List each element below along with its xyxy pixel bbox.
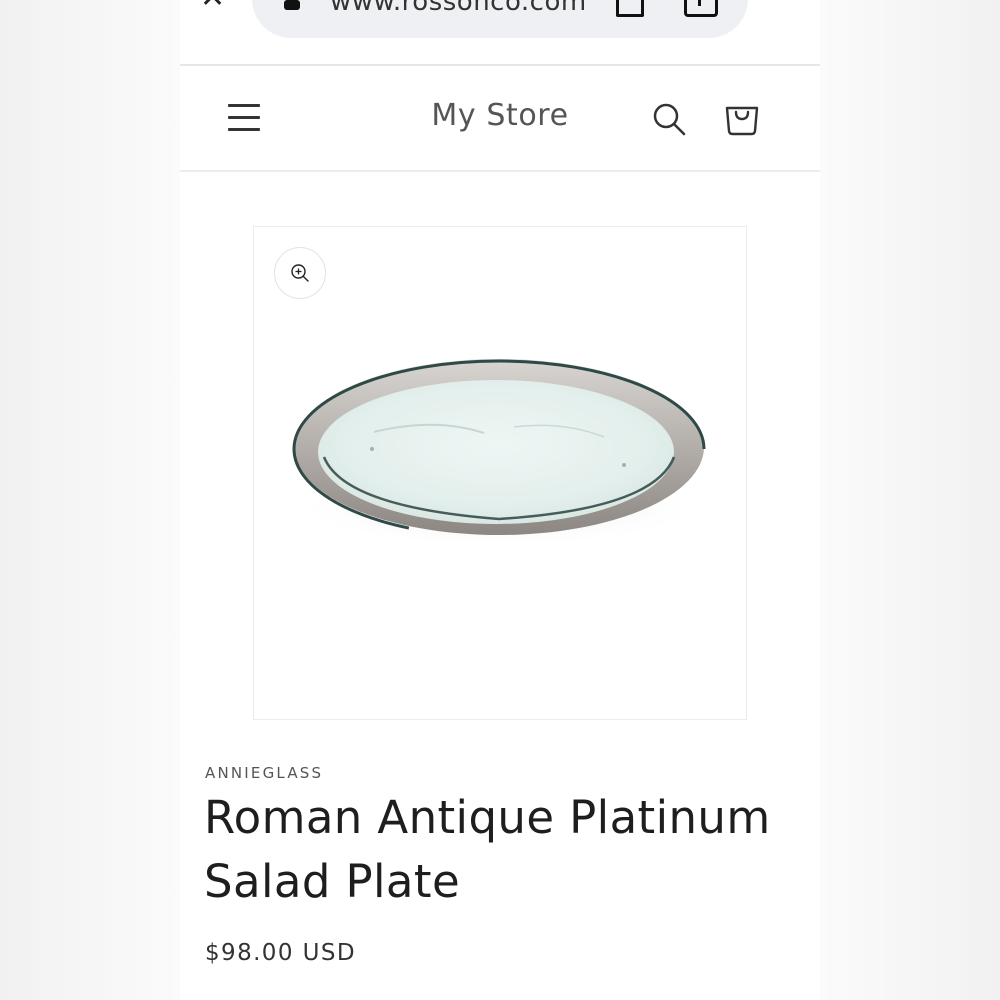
product-image xyxy=(292,359,706,547)
product-price: $98.00 USD xyxy=(205,940,356,966)
zoom-in-icon xyxy=(291,264,309,282)
product-vendor: ANNIEGLASS xyxy=(205,764,324,782)
address-bar[interactable]: www.rossonco.com xyxy=(252,0,748,38)
lock-icon xyxy=(284,0,300,10)
url-text: www.rossonco.com xyxy=(330,0,587,12)
close-icon[interactable]: ✕ xyxy=(200,0,230,13)
browser-toolbar: ✕ www.rossonco.com xyxy=(180,0,820,66)
product-image-frame[interactable] xyxy=(253,226,747,720)
search-icon[interactable] xyxy=(652,102,686,136)
cart-icon[interactable] xyxy=(724,100,760,136)
zoom-button[interactable] xyxy=(274,247,326,299)
share-icon[interactable] xyxy=(684,0,718,17)
bookmark-icon[interactable] xyxy=(616,0,644,17)
store-header: My Store xyxy=(180,66,820,172)
mobile-viewport: ✕ www.rossonco.com My Store xyxy=(180,0,820,1000)
product-title: Roman Antique Platinum Salad Plate xyxy=(204,791,771,908)
